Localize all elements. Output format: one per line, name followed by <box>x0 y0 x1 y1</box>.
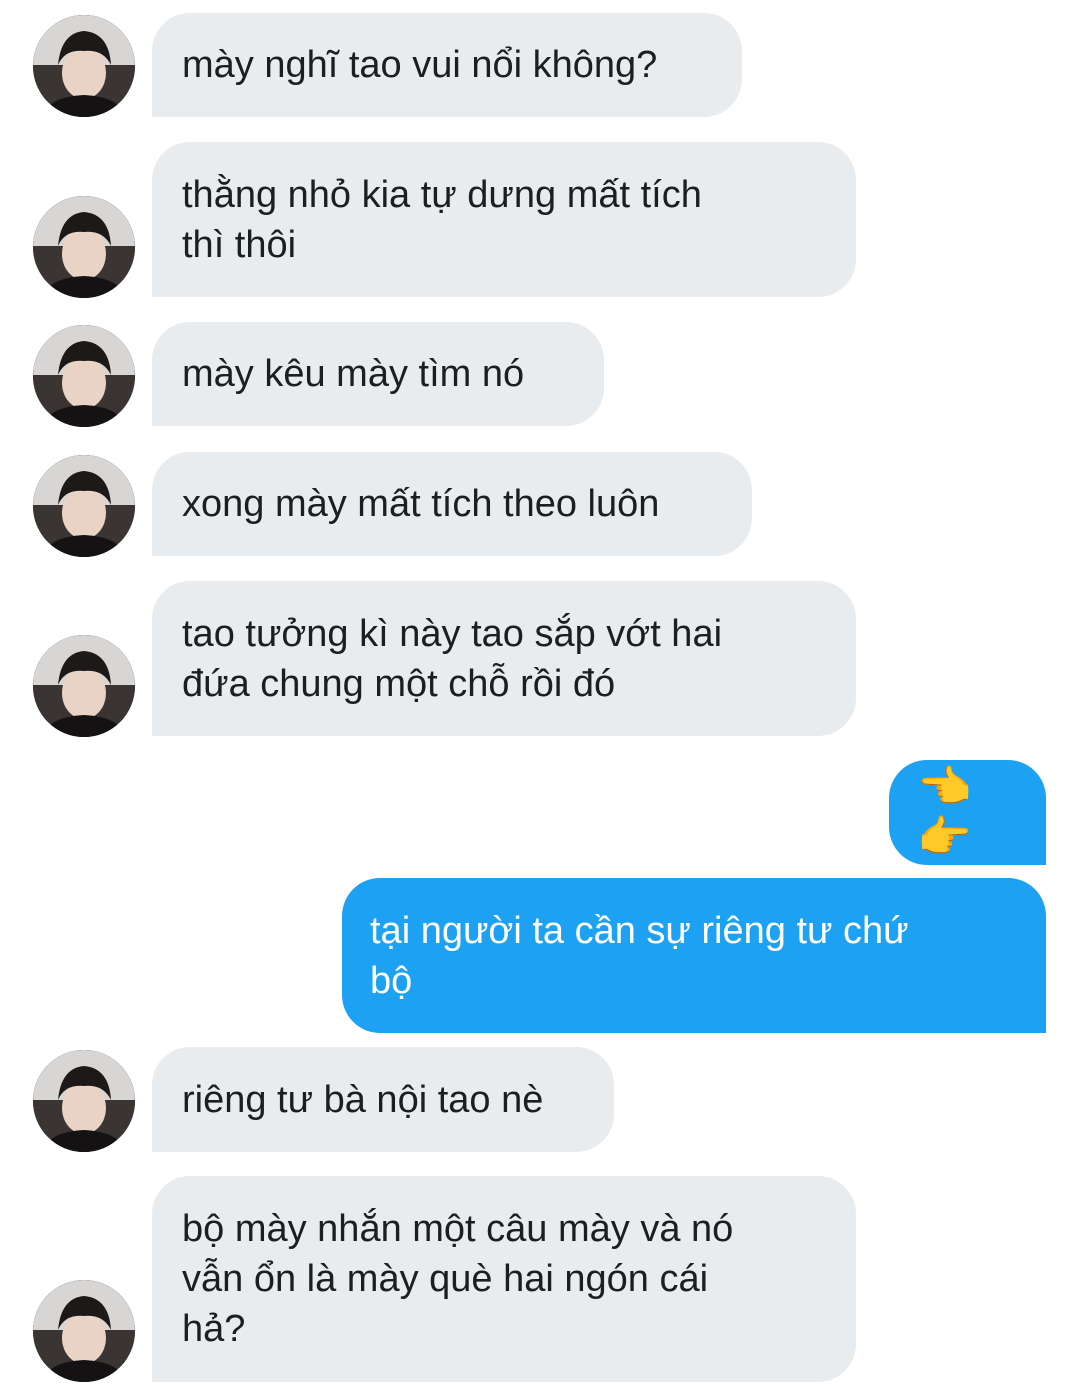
user-photo-avatar-icon <box>33 15 135 117</box>
message-text: riêng tư bà nội tao nè <box>182 1078 544 1121</box>
emoji-message: 👈👉 <box>917 762 972 862</box>
incoming-message[interactable]: xong mày mất tích theo luôn <box>152 452 752 556</box>
avatar[interactable] <box>33 635 135 737</box>
user-photo-avatar-icon <box>33 325 135 427</box>
incoming-message[interactable]: bộ mày nhắn một câu mày và nó vẫn ổn là … <box>152 1176 856 1382</box>
user-photo-avatar-icon <box>33 635 135 737</box>
user-photo-avatar-icon <box>33 1280 135 1382</box>
avatar[interactable] <box>33 325 135 427</box>
avatar[interactable] <box>33 196 135 298</box>
incoming-message[interactable]: mày nghĩ tao vui nổi không? <box>152 13 742 117</box>
message-text: tại người ta cần sự riêng tư chứ bộ <box>370 909 909 1002</box>
user-photo-avatar-icon <box>33 455 135 557</box>
message-text: tao tưởng kì này tao sắp vớt hai đứa chu… <box>182 612 723 705</box>
message-text: thằng nhỏ kia tự dưng mất tích thì thôi <box>182 173 702 266</box>
avatar[interactable] <box>33 1050 135 1152</box>
message-text: mày nghĩ tao vui nổi không? <box>182 44 658 86</box>
avatar[interactable] <box>33 1280 135 1382</box>
incoming-message[interactable]: riêng tư bà nội tao nè <box>152 1047 614 1152</box>
message-text: mày kêu mày tìm nó <box>182 353 525 395</box>
avatar[interactable] <box>33 455 135 557</box>
user-photo-avatar-icon <box>33 196 135 298</box>
avatar[interactable] <box>33 15 135 117</box>
incoming-message[interactable]: thằng nhỏ kia tự dưng mất tích thì thôi <box>152 142 856 297</box>
message-text: bộ mày nhắn một câu mày và nó vẫn ổn là … <box>182 1208 734 1350</box>
outgoing-message[interactable]: 👈👉 <box>889 760 1046 865</box>
message-text: xong mày mất tích theo luôn <box>182 483 660 525</box>
incoming-message[interactable]: tao tưởng kì này tao sắp vớt hai đứa chu… <box>152 581 856 736</box>
incoming-message[interactable]: mày kêu mày tìm nó <box>152 322 604 426</box>
outgoing-message[interactable]: tại người ta cần sự riêng tư chứ bộ <box>342 878 1046 1033</box>
user-photo-avatar-icon <box>33 1050 135 1152</box>
